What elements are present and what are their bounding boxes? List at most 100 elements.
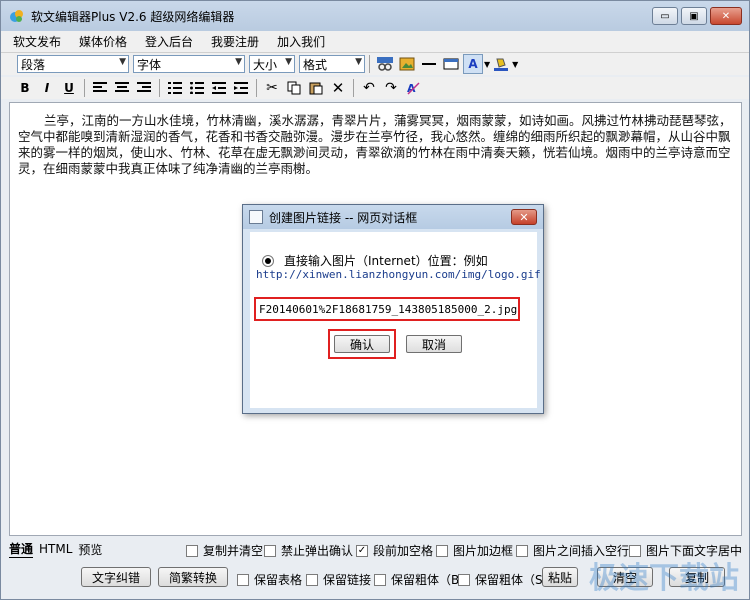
- menu-bar: 软文发布 媒体价格 登入后台 我要注册 加入我们: [1, 31, 749, 53]
- redo-icon[interactable]: ↷: [381, 78, 401, 98]
- dialog-title-bar: 创建图片链接 -- 网页对话框: [243, 205, 543, 229]
- align-left-icon[interactable]: [90, 78, 110, 98]
- editor-paragraph: 兰亭，江南的一方山水佳境，竹林清幽，溪水潺潺，青翠片片，蒲雾冥冥，烟雨蒙蒙，如诗…: [18, 113, 732, 176]
- checkmark-icon[interactable]: ✓: [356, 544, 368, 557]
- tab-preview[interactable]: 预览: [78, 541, 102, 558]
- paste-button[interactable]: 粘贴: [542, 567, 578, 587]
- checkbox-box[interactable]: [237, 573, 249, 586]
- align-center-icon[interactable]: [112, 78, 132, 98]
- web-link-icon[interactable]: [375, 54, 395, 74]
- paragraph-select[interactable]: 段落 ▼: [17, 55, 129, 73]
- font-select-value: 字体: [137, 57, 162, 72]
- checkbox-box[interactable]: [306, 573, 318, 586]
- copy-and-clear-checkbox[interactable]: 复制并清空: [186, 542, 263, 559]
- example-url: http://xinwen.lianzhongyun.com/img/logo.…: [256, 268, 541, 281]
- dialog-title: 创建图片链接 -- 网页对话框: [269, 210, 418, 225]
- minimize-button[interactable]: ▭: [652, 7, 678, 25]
- menu-item-publish[interactable]: 软文发布: [13, 33, 61, 50]
- view-tabs: 普通 HTML 预览: [9, 540, 108, 558]
- keep-tables-checkbox[interactable]: 保留表格: [237, 571, 302, 588]
- toolbar-divider: [369, 55, 370, 73]
- chevron-down-icon[interactable]: ▼: [484, 60, 490, 69]
- keep-links-checkbox[interactable]: 保留链接: [306, 571, 371, 588]
- dialog-close-button[interactable]: ✕: [511, 209, 537, 225]
- image-border-checkbox[interactable]: 图片加边框: [436, 542, 513, 559]
- toolbar-divider: [256, 79, 257, 97]
- underline-button[interactable]: U: [59, 78, 79, 98]
- checkbox-label: 保留表格: [254, 573, 303, 587]
- radio-button[interactable]: [262, 254, 274, 267]
- app-logo-icon: [10, 10, 23, 22]
- menu-item-media-price[interactable]: 媒体价格: [79, 33, 127, 50]
- paste-icon[interactable]: [306, 78, 326, 98]
- undo-icon[interactable]: ↶: [359, 78, 379, 98]
- paragraph-select-value: 段落: [21, 57, 46, 72]
- insert-table-icon[interactable]: [441, 54, 461, 74]
- restore-button[interactable]: ▣: [681, 7, 707, 25]
- bullet-list-icon[interactable]: [187, 78, 207, 98]
- italic-button[interactable]: I: [37, 78, 57, 98]
- bold-button[interactable]: B: [15, 78, 35, 98]
- dialog-body: 直接输入图片（Internet）位置：例如 http://xinwen.lian…: [250, 232, 541, 408]
- checkbox-label: 段前加空格: [373, 544, 434, 558]
- indent-icon[interactable]: [231, 78, 251, 98]
- toolbar-divider: [353, 79, 354, 97]
- size-select-value: 大小: [253, 57, 278, 72]
- chevron-down-icon: ▼: [285, 57, 292, 67]
- checkbox-label: 禁止弹出确认: [281, 544, 354, 558]
- spell-check-button[interactable]: 文字纠错: [81, 567, 151, 587]
- chevron-down-icon: ▼: [235, 57, 242, 67]
- insert-image-icon[interactable]: [397, 54, 417, 74]
- format-select-value: 格式: [303, 57, 328, 72]
- highlight-color-icon[interactable]: [491, 54, 511, 74]
- size-select[interactable]: 大小 ▼: [249, 55, 295, 73]
- site-watermark: 极速下载站: [589, 561, 739, 596]
- create-image-link-dialog: 创建图片链接 -- 网页对话框 ✕ 直接输入图片（Internet）位置：例如 …: [242, 204, 544, 414]
- numbered-list-icon[interactable]: [165, 78, 185, 98]
- trad-simp-convert-button[interactable]: 简繁转换: [158, 567, 228, 587]
- window-title: 软文编辑器Plus V2.6 超级网络编辑器: [31, 9, 235, 24]
- checkbox-label: 复制并清空: [203, 544, 264, 558]
- checkbox-box[interactable]: [458, 573, 470, 586]
- align-right-icon[interactable]: [134, 78, 154, 98]
- format-select[interactable]: 格式 ▼: [299, 55, 365, 73]
- copy-icon[interactable]: [284, 78, 304, 98]
- keep-bold-s-checkbox[interactable]: 保留粗体（S）: [458, 571, 555, 588]
- dialog-window-icon: [249, 210, 263, 224]
- font-select[interactable]: 字体 ▼: [133, 55, 245, 73]
- cut-icon[interactable]: ✂: [262, 78, 282, 98]
- chevron-down-icon[interactable]: ▼: [512, 60, 518, 69]
- app-window: 软文编辑器Plus V2.6 超级网络编辑器 ▭ ▣ ✕ 软文发布 媒体价格 登…: [0, 0, 750, 600]
- horizontal-rule-icon[interactable]: [419, 54, 439, 74]
- checkbox-label: 保留链接: [323, 573, 372, 587]
- menu-item-register[interactable]: 我要注册: [211, 33, 259, 50]
- title-bar: 软文编辑器Plus V2.6 超级网络编辑器 ▭ ▣ ✕: [1, 1, 749, 31]
- menu-item-login[interactable]: 登入后台: [145, 33, 193, 50]
- chevron-down-icon: ▼: [119, 57, 126, 67]
- image-url-input[interactable]: F20140601%2F18681759_143805185000_2.jpg: [254, 297, 520, 321]
- checkbox-box[interactable]: [264, 544, 276, 557]
- toolbar-divider: [159, 79, 160, 97]
- menu-item-join[interactable]: 加入我们: [277, 33, 325, 50]
- toolbar-divider: [84, 79, 85, 97]
- disable-confirm-checkbox[interactable]: 禁止弹出确认: [264, 542, 353, 559]
- outdent-icon[interactable]: [209, 78, 229, 98]
- clear-format-icon[interactable]: A: [403, 78, 423, 98]
- internet-source-option[interactable]: 直接输入图片（Internet）位置：例如: [262, 252, 488, 269]
- close-button[interactable]: ✕: [710, 7, 742, 25]
- ok-button[interactable]: 确认: [334, 335, 390, 353]
- checkbox-box[interactable]: [374, 573, 386, 586]
- checkbox-box[interactable]: [186, 544, 198, 557]
- tab-normal[interactable]: 普通: [9, 540, 34, 558]
- keep-bold-b-checkbox[interactable]: 保留粗体（B）: [374, 571, 471, 588]
- tab-html[interactable]: HTML: [39, 542, 72, 556]
- space-before-paragraph-checkbox[interactable]: ✓ 段前加空格: [356, 542, 433, 559]
- font-color-icon[interactable]: A: [463, 54, 483, 74]
- delete-icon[interactable]: ✕: [328, 78, 348, 98]
- checkbox-box[interactable]: [516, 544, 528, 557]
- format-toolbar: 段落 ▼ 字体 ▼ 大小 ▼ 格式 ▼ A ▼ ▼: [1, 53, 749, 75]
- edit-toolbar: B I U ✂ ✕ ↶ ↷ A: [1, 77, 749, 99]
- checkbox-label: 图片加边框: [453, 544, 514, 558]
- checkbox-box[interactable]: [436, 544, 448, 557]
- cancel-button[interactable]: 取消: [406, 335, 462, 353]
